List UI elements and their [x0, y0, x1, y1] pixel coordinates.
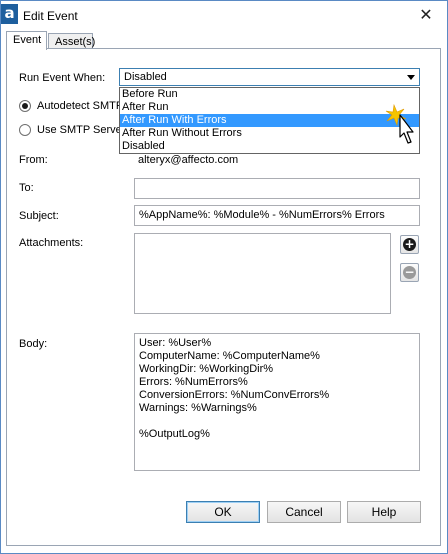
dropdown-option-after-run-without-errors[interactable]: After Run Without Errors: [120, 127, 419, 140]
remove-icon: −: [403, 265, 416, 279]
subject-label: Subject:: [19, 210, 59, 222]
use-smtp-server-label: Use SMTP Server: [37, 124, 119, 136]
run-event-label: Run Event When:: [19, 72, 106, 84]
autodetect-smtp-label: Autodetect SMTP: [37, 100, 119, 112]
dropdown-option-after-run[interactable]: After Run: [120, 101, 419, 114]
dropdown-arrow-icon[interactable]: [407, 75, 415, 80]
body-line: ComputerName: %ComputerName%: [139, 350, 320, 362]
body-label: Body:: [19, 338, 48, 350]
window-title: Edit Event: [23, 9, 78, 23]
from-value[interactable]: alteryx@affecto.com: [138, 154, 238, 166]
tab-assets[interactable]: Asset(s): [48, 33, 95, 49]
ok-button[interactable]: OK: [186, 501, 260, 523]
edit-event-dialog: a Edit Event ✕ Event Asset(s) Run Event …: [0, 0, 448, 554]
remove-attachment-button[interactable]: −: [400, 263, 419, 282]
run-event-select[interactable]: Disabled: [119, 68, 420, 86]
title-bar: a Edit Event ✕: [1, 1, 447, 31]
attachments-label: Attachments:: [19, 237, 84, 249]
body-line: Errors: %NumErrors%: [139, 376, 248, 388]
to-field[interactable]: [134, 178, 420, 199]
autodetect-smtp-radio[interactable]: [19, 100, 31, 112]
dropdown-option-after-run-with-errors[interactable]: After Run With Errors: [120, 114, 419, 127]
body-line: User: %User%: [139, 337, 212, 349]
dropdown-option-disabled[interactable]: Disabled: [120, 140, 419, 153]
tab-event[interactable]: Event: [6, 31, 47, 50]
run-event-dropdown-list: Before Run After Run After Run With Erro…: [119, 87, 420, 154]
help-button[interactable]: Help: [347, 501, 421, 523]
cancel-button[interactable]: Cancel: [267, 501, 341, 523]
dropdown-option-before-run[interactable]: Before Run: [120, 88, 419, 101]
body-line: Warnings: %Warnings%: [139, 402, 257, 414]
add-icon: +: [403, 237, 416, 251]
body-line: [139, 415, 415, 428]
use-smtp-server-radio[interactable]: [19, 124, 31, 136]
add-attachment-button[interactable]: +: [400, 235, 419, 254]
to-label: To:: [19, 182, 34, 194]
alteryx-app-icon: a: [1, 4, 18, 24]
subject-field[interactable]: %AppName%: %Module% - %NumErrors% Errors: [134, 205, 420, 226]
body-line: %OutputLog%: [139, 428, 210, 440]
run-event-selected-value: Disabled: [124, 71, 167, 83]
body-line: WorkingDir: %WorkingDir%: [139, 363, 274, 375]
body-textarea[interactable]: User: %User% ComputerName: %ComputerName…: [134, 333, 420, 471]
body-line: ConversionErrors: %NumConvErrors%: [139, 389, 330, 401]
from-label: From:: [19, 154, 48, 166]
attachments-list[interactable]: [134, 233, 391, 314]
close-button[interactable]: ✕: [415, 5, 437, 25]
mouse-cursor-icon: [385, 103, 414, 144]
